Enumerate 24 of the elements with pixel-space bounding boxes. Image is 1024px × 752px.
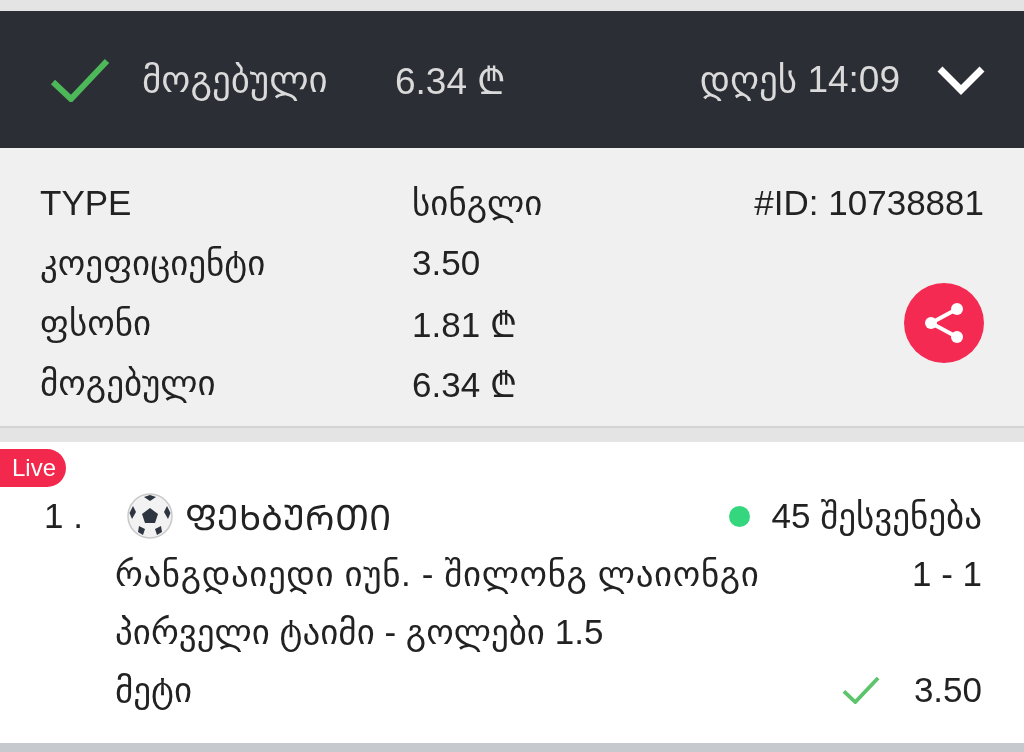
detail-value: 1.81 ₾ (412, 303, 518, 346)
win-amount: 6.34 ₾ (395, 60, 507, 104)
bet-odds: 3.50 (913, 670, 982, 710)
detail-value: 6.34 ₾ (412, 363, 518, 406)
status-label: მოგებული (142, 58, 329, 101)
bet-date: დღეს 14:09 (699, 58, 900, 101)
detail-label: მოგებული (40, 363, 217, 403)
live-badge: Live (0, 449, 67, 487)
bet-selection: მეტი (115, 670, 193, 710)
sport-name: ᲤᲔᲮᲑᲣᲠᲗᲘ (185, 496, 391, 539)
bet-market: პირველი ტაიმი - გოლები 1.5 (115, 612, 604, 652)
detail-label: ფსონი (40, 303, 153, 343)
match-teams: რანგდაიედი იუნ. - შილონგ ლაიონგი (115, 554, 760, 594)
detail-value: 3.50 (412, 243, 482, 283)
match-status: 45 შესვენება (771, 496, 982, 536)
match-score: 1 - 1 (911, 554, 982, 594)
soccer-ball-icon (127, 493, 173, 539)
detail-label: TYPE (40, 183, 133, 223)
share-icon (922, 301, 966, 345)
detail-value: სინგლი (412, 183, 544, 223)
bet-id: #ID: 10738881 (754, 183, 984, 223)
event-number: 1 . (44, 496, 84, 536)
bet-header-bar[interactable]: მოგებული 6.34 ₾ დღეს 14:09 (0, 11, 1024, 148)
detail-label: კოეფიციენტი (40, 243, 267, 283)
